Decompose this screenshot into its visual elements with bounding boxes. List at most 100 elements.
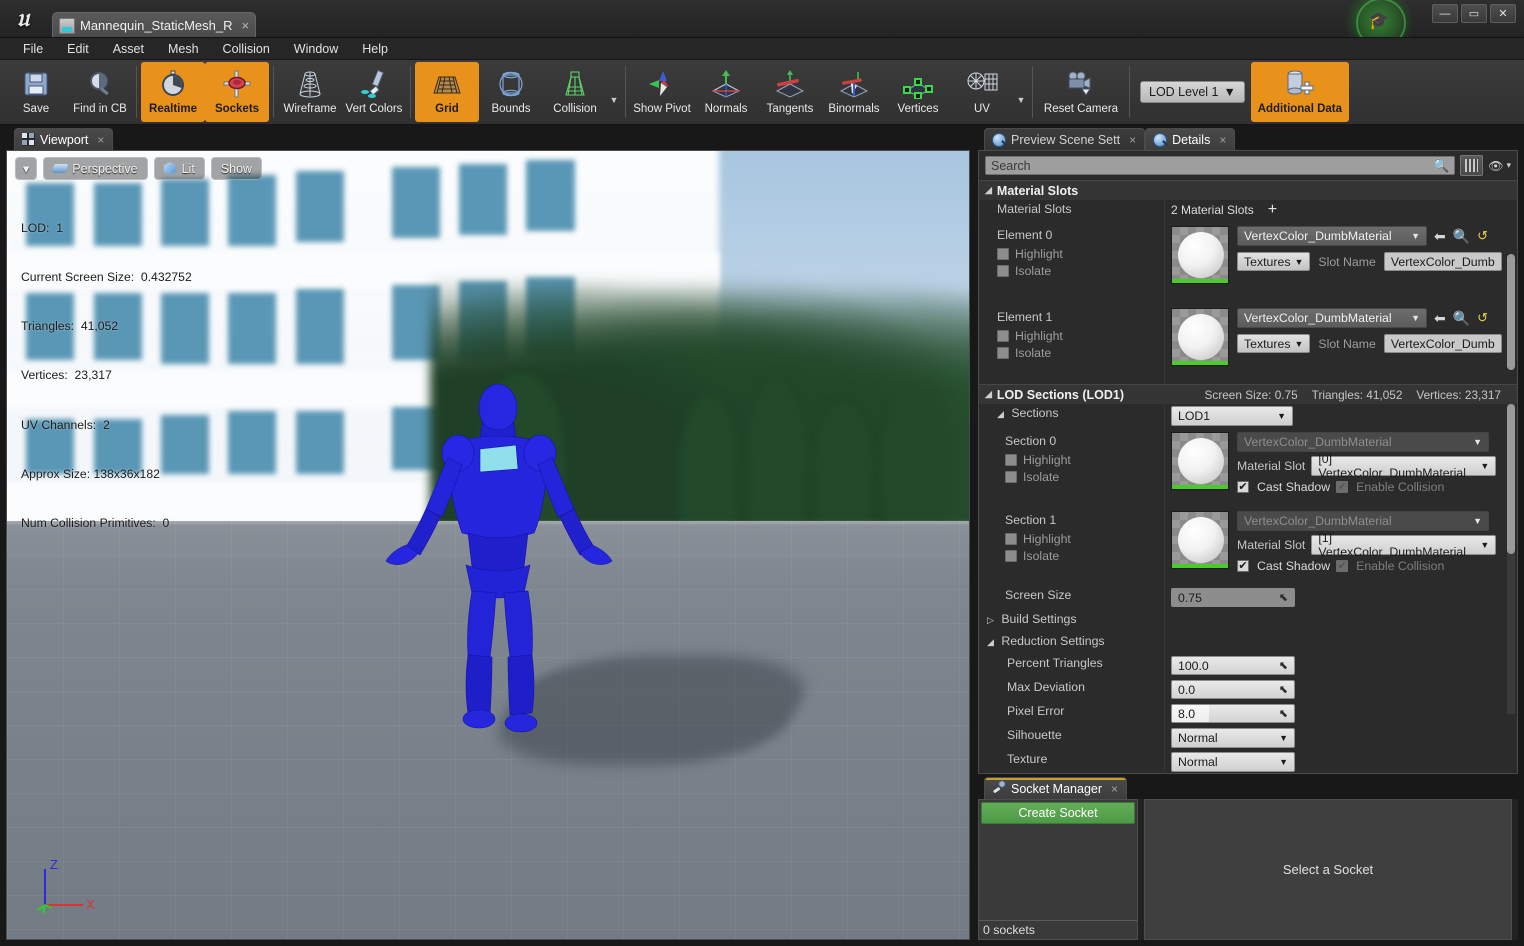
toolbar-uv-button[interactable]: UV xyxy=(950,62,1014,122)
textures-button[interactable]: Textures ▼ xyxy=(1237,334,1311,353)
create-socket-button[interactable]: Create Socket xyxy=(981,802,1135,824)
enable-collision-checkbox[interactable] xyxy=(1336,560,1349,572)
max-deviation-input[interactable]: 0.0 ⬉ xyxy=(1171,680,1295,699)
slot-name-input[interactable]: VertexColor_Dumb xyxy=(1383,334,1502,353)
viewport-options-dropdown[interactable]: ▾ xyxy=(15,157,38,180)
use-selected-asset-icon[interactable]: ⬅ xyxy=(1434,228,1446,245)
browse-asset-icon[interactable]: 🔍 xyxy=(1453,228,1470,245)
viewport-view-mode-button[interactable]: Perspective xyxy=(43,157,148,180)
highlight-checkbox[interactable] xyxy=(997,248,1009,260)
viewport-show-menu-button[interactable]: Show xyxy=(210,157,263,180)
toolbar-bounds-button[interactable]: Bounds xyxy=(479,62,543,122)
close-button[interactable]: ✕ xyxy=(1490,4,1516,23)
row-reduction-settings[interactable]: ◢ Reduction Settings xyxy=(979,632,1517,654)
cast-shadow-checkbox[interactable] xyxy=(1237,560,1249,572)
reset-to-default-icon[interactable]: ↺ xyxy=(1477,228,1488,244)
menu-item-collision[interactable]: Collision xyxy=(212,40,281,58)
spinner-icon[interactable]: ⬉ xyxy=(1279,707,1288,720)
tab-socket-manager[interactable]: Socket Manager × xyxy=(984,777,1128,799)
isolate-checkbox[interactable] xyxy=(1005,471,1017,483)
minimize-button[interactable]: — xyxy=(1432,4,1458,23)
collision-dropdown-caret-icon[interactable]: ▼ xyxy=(607,62,621,122)
material-thumbnail[interactable] xyxy=(1171,308,1229,366)
toolbar-save-button[interactable]: Save xyxy=(4,62,68,122)
category-header-material-slots[interactable]: ◢ Material Slots xyxy=(979,180,1517,200)
section-material-thumbnail[interactable] xyxy=(1171,511,1229,569)
lod-dropdown[interactable]: LOD1 ▼ xyxy=(1171,406,1293,426)
menu-item-edit[interactable]: Edit xyxy=(56,40,100,58)
material-slot-dropdown[interactable]: [1] VertexColor_DumbMaterial ▼ xyxy=(1311,531,1497,559)
cast-shadow-checkbox[interactable] xyxy=(1237,481,1249,493)
material-slot-dropdown[interactable]: [0] VertexColor_DumbMaterial ▼ xyxy=(1311,452,1497,480)
textures-button[interactable]: Textures ▼ xyxy=(1237,252,1311,271)
viewport-3d-canvas[interactable]: ▾ Perspective Lit Show LOD: 1 Current Sc… xyxy=(6,150,970,940)
tab-viewport[interactable]: Viewport × xyxy=(14,128,114,150)
asset-tab-close-icon[interactable]: × xyxy=(241,18,249,33)
uv-dropdown-caret-icon[interactable]: ▼ xyxy=(1014,62,1028,122)
viewport-lighting-mode-button[interactable]: Lit xyxy=(153,157,205,180)
mannequin-static-mesh[interactable] xyxy=(382,383,622,743)
spinner-icon[interactable]: ⬉ xyxy=(1279,659,1288,672)
grid-view-button[interactable] xyxy=(1460,155,1484,176)
toolbar-show-pivot-button[interactable]: Show Pivot xyxy=(630,62,694,122)
isolate-checkbox[interactable] xyxy=(997,265,1009,277)
expand-triangle-icon[interactable]: ◢ xyxy=(997,409,1004,419)
toolbar-vertices-button[interactable]: Vertices xyxy=(886,62,950,122)
browse-asset-icon[interactable]: 🔍 xyxy=(1453,310,1470,327)
socket-list[interactable] xyxy=(979,826,1137,920)
highlight-checkbox[interactable] xyxy=(1005,533,1017,545)
use-selected-asset-icon[interactable]: ⬅ xyxy=(1434,310,1446,327)
toolbar-binormals-button[interactable]: Binormals xyxy=(822,62,886,122)
toolbar-vert-colors-button[interactable]: Vert Colors xyxy=(342,62,406,122)
toolbar-grid-button[interactable]: Grid xyxy=(415,62,479,122)
toolbar-wireframe-button[interactable]: Wireframe xyxy=(278,62,342,122)
tab-viewport-close-icon[interactable]: × xyxy=(97,133,104,147)
add-material-slot-button[interactable]: + xyxy=(1268,202,1277,218)
reset-to-default-icon[interactable]: ↺ xyxy=(1477,310,1488,326)
menu-item-window[interactable]: Window xyxy=(283,40,349,58)
visibility-options-button[interactable]: 👁 ▾ xyxy=(1488,159,1511,173)
enable-collision-checkbox[interactable] xyxy=(1336,481,1349,493)
toolbar-normals-button[interactable]: Normals xyxy=(694,62,758,122)
tab-socket-manager-close-icon[interactable]: × xyxy=(1111,782,1118,796)
percent-triangles-input[interactable]: 100.0 ⬉ xyxy=(1171,656,1295,675)
highlight-checkbox[interactable] xyxy=(997,330,1009,342)
highlight-checkbox[interactable] xyxy=(1005,454,1017,466)
isolate-checkbox[interactable] xyxy=(1005,550,1017,562)
menu-item-help[interactable]: Help xyxy=(351,40,399,58)
material-thumbnail[interactable] xyxy=(1171,226,1229,284)
pixel-error-input[interactable]: 8.0 ⬉ xyxy=(1171,704,1295,723)
screen-size-input[interactable]: 0.75 ⬉ xyxy=(1171,588,1295,607)
tab-details-close-icon[interactable]: × xyxy=(1219,133,1226,147)
toolbar-realtime-button[interactable]: Realtime xyxy=(141,62,205,122)
silhouette-dropdown[interactable]: Normal ▼ xyxy=(1171,728,1295,748)
toolbar-tangents-button[interactable]: Tangents xyxy=(758,62,822,122)
category-header-lod-sections[interactable]: ◢ LOD Sections (LOD1) Screen Size: 0.75 … xyxy=(979,384,1517,404)
tab-preview-scene-settings-close-icon[interactable]: × xyxy=(1129,133,1136,147)
toolbar-reset-camera-button[interactable]: Reset Camera xyxy=(1037,62,1125,122)
toolbar-sockets-button[interactable]: Sockets xyxy=(205,62,269,122)
details-scrollbar-thumb[interactable] xyxy=(1507,404,1515,554)
material-asset-picker[interactable]: VertexColor_DumbMaterial ▼ xyxy=(1237,226,1427,246)
row-build-settings[interactable]: ▷ Build Settings xyxy=(979,610,1517,632)
toolbar-additional-data-button[interactable]: Additional Data xyxy=(1250,62,1349,122)
asset-tab[interactable]: Mannequin_StaticMesh_R × xyxy=(52,12,257,37)
menu-item-asset[interactable]: Asset xyxy=(102,40,155,58)
isolate-checkbox[interactable] xyxy=(997,347,1009,359)
spinner-icon[interactable]: ⬉ xyxy=(1279,683,1288,696)
spinner-icon[interactable]: ⬉ xyxy=(1279,591,1288,604)
tab-preview-scene-settings[interactable]: Preview Scene Sett × xyxy=(984,128,1146,150)
section-material-thumbnail[interactable] xyxy=(1171,432,1229,490)
toolbar-collision-button[interactable]: Collision xyxy=(543,62,607,122)
slot-name-input[interactable]: VertexColor_Dumb xyxy=(1383,252,1502,271)
lod-level-selector[interactable]: LOD Level 1 ▼ xyxy=(1140,81,1245,103)
tab-details[interactable]: Details × xyxy=(1145,128,1236,150)
menu-item-mesh[interactable]: Mesh xyxy=(157,40,210,58)
menu-item-file[interactable]: File xyxy=(12,40,54,58)
maximize-button[interactable]: ▭ xyxy=(1461,4,1487,23)
texture-dropdown[interactable]: Normal ▼ xyxy=(1171,752,1295,772)
tutorial-help-orb[interactable]: 🎓 xyxy=(1346,0,1412,37)
search-input[interactable]: Search 🔍 xyxy=(985,156,1456,175)
material-asset-picker[interactable]: VertexColor_DumbMaterial ▼ xyxy=(1237,308,1427,328)
material-slots-scrollbar[interactable] xyxy=(1507,254,1515,370)
